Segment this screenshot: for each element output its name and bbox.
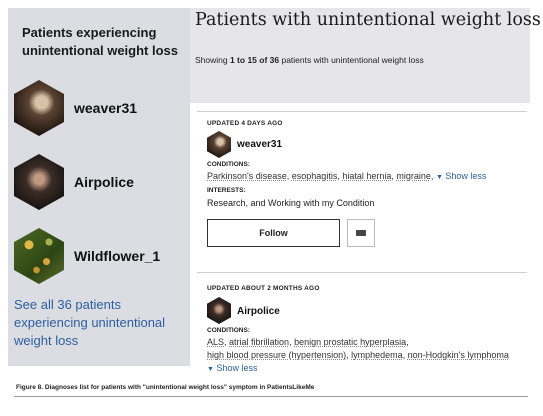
triangle-down-icon: ▼: [435, 174, 443, 181]
condition-link[interactable]: ALS: [207, 337, 224, 347]
condition-link[interactable]: non-Hodgkin's lymphoma: [408, 350, 509, 360]
conditions-list: ALS, atrial fibrillation, benign prostat…: [207, 337, 409, 347]
patient-name: Wildflower_1: [74, 248, 161, 264]
avatar: [14, 80, 64, 136]
conditions-label: CONDITIONS:: [207, 327, 250, 334]
follow-button[interactable]: Follow: [207, 219, 340, 247]
card-username[interactable]: Airpolice: [237, 306, 280, 317]
page-title: Patients with unintentional weight loss: [195, 10, 541, 30]
avatar: [14, 154, 64, 210]
avatar: [14, 228, 64, 284]
conditions-list: high blood pressure (hypertension), lymp…: [207, 350, 509, 360]
results-count: Showing 1 to 15 of 36 patients with unin…: [195, 55, 424, 65]
avatar[interactable]: [207, 297, 231, 324]
caption-divider: [14, 396, 528, 397]
condition-link[interactable]: benign prostatic hyperplasia: [294, 337, 406, 347]
show-less-link[interactable]: Show less: [216, 363, 257, 373]
conditions-list: Parkinson's disease, esophagitis, hiatal…: [207, 171, 487, 181]
patient-name: weaver31: [74, 100, 138, 116]
condition-link[interactable]: hiatal hernia: [342, 171, 391, 181]
see-all-patients-link[interactable]: See all 36 patients experiencing uninten…: [14, 296, 179, 350]
avatar[interactable]: [207, 131, 231, 158]
interests-label: INTERESTS:: [207, 187, 246, 194]
condition-link[interactable]: atrial fibrillation: [229, 337, 289, 347]
condition-link[interactable]: migraine: [396, 171, 431, 181]
updated-label: UPDATED ABOUT 2 MONTHS AGO: [207, 285, 320, 292]
sidebar-patient-weaver31[interactable]: weaver31: [14, 80, 184, 136]
sidebar-title: Patients experiencing unintentional weig…: [22, 25, 178, 58]
show-less-row: ▼ Show less: [207, 363, 257, 373]
figure-caption: Figure 8. Diagnoses list for patients wi…: [16, 384, 315, 391]
condition-link[interactable]: esophagitis: [292, 171, 338, 181]
patient-card: UPDATED ABOUT 2 MONTHS AGO Airpolice CON…: [197, 272, 527, 377]
show-less-link[interactable]: Show less: [445, 171, 486, 181]
envelope-icon: [356, 230, 366, 236]
conditions-label: CONDITIONS:: [207, 161, 250, 168]
card-username[interactable]: weaver31: [237, 139, 282, 150]
patient-name: Airpolice: [74, 174, 134, 190]
triangle-down-icon: ▼: [207, 366, 214, 373]
condition-link[interactable]: Parkinson's disease: [207, 171, 287, 181]
updated-label: UPDATED 4 DAYS AGO: [207, 120, 283, 127]
sidebar-patient-wildflower[interactable]: Wildflower_1: [14, 228, 184, 284]
condition-link[interactable]: lymphedema: [351, 350, 403, 360]
interests-value: Research, and Working with my Condition: [207, 198, 375, 208]
patient-card: UPDATED 4 DAYS AGO weaver31 CONDITIONS: …: [197, 111, 527, 262]
sidebar-patient-airpolice[interactable]: Airpolice: [14, 154, 184, 210]
message-button[interactable]: [347, 219, 375, 247]
condition-link[interactable]: high blood pressure (hypertension): [207, 350, 346, 360]
main-header: Patients with unintentional weight loss …: [190, 8, 541, 103]
